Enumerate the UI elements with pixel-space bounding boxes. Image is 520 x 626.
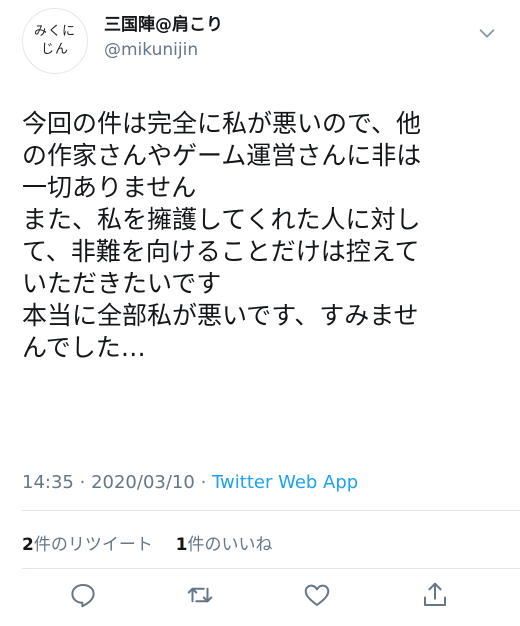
- likes-count: 1: [175, 535, 188, 555]
- tweet-line: 今回の件は完全に私が悪いので、他: [22, 109, 422, 138]
- tweet-meta: 14:35 · 2020/03/10 · Twitter Web App: [22, 472, 358, 493]
- retweets-label: 件のリツイート: [33, 535, 153, 555]
- tweet-line: また、私を擁護してくれた人に対し: [22, 205, 421, 234]
- chevron-down-icon[interactable]: [476, 22, 498, 44]
- tweet-text: 今回の件は完全に私が悪いので、他 の作家さんやゲーム運営さんに非は 一切ありませ…: [22, 108, 506, 364]
- tweet-stats: 2件のリツイート 1件のいいね: [22, 530, 273, 555]
- retweets-stat[interactable]: 2件のリツイート: [22, 535, 153, 555]
- likes-stat[interactable]: 1件のいいね: [176, 535, 273, 555]
- user-handle[interactable]: @mikunijin: [104, 38, 223, 62]
- tweet-line: いただきたいです: [22, 269, 222, 298]
- avatar[interactable]: みくに じん: [22, 8, 88, 74]
- divider: [22, 510, 520, 511]
- avatar-text-line1: みくに: [33, 24, 76, 39]
- avatar-text-line2: じん: [40, 42, 69, 57]
- tweet-source-link[interactable]: Twitter Web App: [212, 472, 358, 493]
- retweet-icon[interactable]: [185, 580, 215, 610]
- heart-icon[interactable]: [302, 580, 332, 610]
- share-icon[interactable]: [420, 580, 450, 610]
- meta-separator: ·: [200, 472, 207, 493]
- display-name[interactable]: 三国陣@肩こり: [104, 14, 223, 36]
- meta-separator: ·: [79, 472, 86, 493]
- user-info: 三国陣@肩こり @mikunijin: [104, 14, 223, 62]
- tweet-actions: [0, 580, 520, 616]
- tweet-line: て、非難を向けることだけは控えて: [22, 237, 420, 266]
- tweet-line: 本当に全部私が悪いです、すみませ: [22, 301, 419, 330]
- divider: [22, 568, 520, 569]
- tweet-line: 一切ありません: [22, 173, 197, 202]
- tweet-line: んでした…: [22, 333, 146, 362]
- retweets-count: 2: [22, 535, 34, 555]
- tweet-date[interactable]: 2020/03/10: [91, 472, 195, 493]
- likes-label: 件のいいね: [187, 535, 273, 555]
- tweet-line: の作家さんやゲーム運営さんに非は: [22, 141, 422, 170]
- reply-icon[interactable]: [68, 580, 98, 610]
- tweet-time[interactable]: 14:35: [22, 472, 74, 493]
